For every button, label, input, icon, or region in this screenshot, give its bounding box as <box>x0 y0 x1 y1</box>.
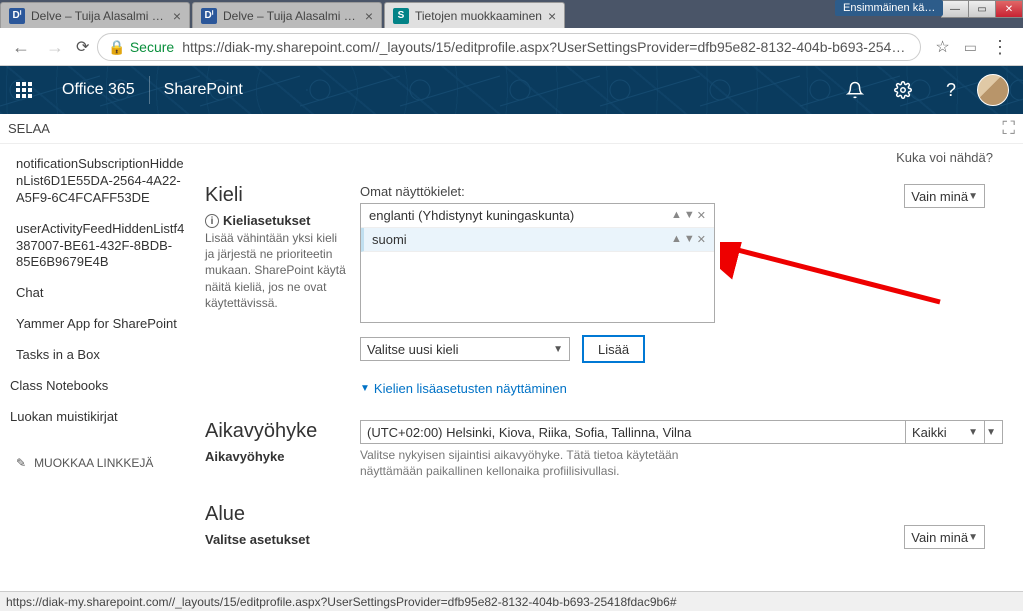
edit-links-button[interactable]: ✎ MUOKKAA LINKKEJÄ <box>16 456 189 470</box>
main-content: Kuka voi nähdä? Kieli i Kieliasetukset L… <box>205 144 1023 591</box>
chevron-down-icon: ▼ <box>986 427 996 438</box>
tab-label: Tietojen muokkaaminen <box>415 9 542 23</box>
bookmark-icon[interactable]: ☆ <box>935 37 949 57</box>
visibility-value: Kaikki <box>912 425 947 440</box>
timezone-value: (UTC+02:00) Helsinki, Kiova, Riika, Sofi… <box>367 425 691 440</box>
add-language-button[interactable]: Lisää <box>582 335 645 363</box>
delve-icon: Dⁱ <box>201 8 217 24</box>
address-bar: ← → ⟳ 🔒 Secure https://diak-my.sharepoin… <box>0 28 1023 66</box>
app-title[interactable]: SharePoint <box>150 81 257 99</box>
status-url: https://diak-my.sharepoint.com//_layouts… <box>6 595 1017 609</box>
language-settings-label: Kieliasetukset <box>223 213 310 228</box>
section-title-timezone: Aikavyöhyke <box>205 420 348 443</box>
avatar[interactable] <box>977 74 1009 106</box>
focus-mode-icon[interactable]: ⛶ <box>1002 118 1015 139</box>
close-icon[interactable]: × <box>548 8 556 24</box>
visibility-value: Vain minä <box>911 530 968 545</box>
tab-label: Delve – Tuija Alasalmi – e… <box>31 9 167 23</box>
visibility-dropdown-language[interactable]: Vain minä ▼ <box>904 184 985 208</box>
secure-label: Secure <box>130 39 174 55</box>
sidebar-item[interactable]: Chat <box>16 285 189 302</box>
region-settings-label: Valitse asetukset <box>205 532 348 547</box>
chevron-down-icon: ▼ <box>553 344 563 355</box>
visibility-dropdown-timezone[interactable]: Kaikki ▼ <box>905 420 985 444</box>
language-name: englanti (Yhdistynyt kuningaskunta) <box>369 208 671 223</box>
section-title-region: Alue <box>205 503 348 526</box>
browser-status-bar: https://diak-my.sharepoint.com//_layouts… <box>0 591 1023 611</box>
window-close-button[interactable]: ✕ <box>995 0 1023 18</box>
chevron-down-icon: ▼ <box>968 191 978 202</box>
visibility-value: Vain minä <box>911 189 968 204</box>
move-down-icon[interactable]: ▼ <box>684 233 695 246</box>
browser-tab[interactable]: Dⁱ Delve – Tuija Alasalmi – e… × <box>0 2 190 28</box>
tab-label: Delve – Tuija Alasalmi – e… <box>223 9 359 23</box>
edit-links-label: MUOKKAA LINKKEJÄ <box>34 456 153 470</box>
language-name: suomi <box>372 232 671 247</box>
chevron-down-icon: ▼ <box>360 383 370 394</box>
sharepoint-icon: S <box>393 8 409 24</box>
sidebar-item[interactable]: Class Notebooks <box>10 378 189 395</box>
language-row[interactable]: englanti (Yhdistynyt kuningaskunta) ▲ ▼ … <box>361 204 714 228</box>
url-text: https://diak-my.sharepoint.com//_layouts… <box>182 39 910 55</box>
sidebar-item[interactable]: notificationSubscriptionHiddenList6D1E55… <box>16 156 189 207</box>
browser-tab-active[interactable]: S Tietojen muokkaaminen × <box>384 2 565 28</box>
settings-icon[interactable] <box>881 66 925 114</box>
section-title-language: Kieli <box>205 184 348 207</box>
back-icon[interactable]: ← <box>8 37 34 58</box>
tab-bar: Dⁱ Delve – Tuija Alasalmi – e… × Dⁱ Delv… <box>0 0 1023 28</box>
lock-icon: 🔒 <box>108 39 125 56</box>
window-buttons: — ▭ ✕ <box>942 0 1023 18</box>
minimize-button[interactable]: — <box>941 0 969 18</box>
advanced-link-label: Kielien lisäasetusten näyttäminen <box>374 381 567 396</box>
toolbar-indicator: Ensimmäinen kä… <box>835 0 943 16</box>
move-up-icon[interactable]: ▲ <box>671 209 682 222</box>
help-icon[interactable]: ? <box>929 66 973 114</box>
forward-icon[interactable]: → <box>42 37 68 58</box>
ribbon-tab-browse[interactable]: SELAA <box>8 121 50 136</box>
language-row[interactable]: suomi ▲ ▼ ✕ <box>361 228 714 252</box>
select-placeholder: Valitse uusi kieli <box>367 342 459 357</box>
o365-suite-bar: Office 365 SharePoint ? <box>0 66 1023 114</box>
move-up-icon[interactable]: ▲ <box>671 233 682 246</box>
close-icon[interactable]: × <box>173 8 181 24</box>
user-icon[interactable]: ▭ <box>964 39 977 56</box>
sidebar-item[interactable]: Yammer App for SharePoint <box>16 316 189 333</box>
language-settings-desc: Lisää vähintään yksi kieli ja järjestä n… <box>205 230 348 311</box>
sp-ribbon: SELAA ⛶ <box>0 114 1023 144</box>
url-field[interactable]: 🔒 Secure https://diak-my.sharepoint.com/… <box>97 33 921 61</box>
browser-chrome: Dⁱ Delve – Tuija Alasalmi – e… × Dⁱ Delv… <box>0 0 1023 66</box>
quick-launch-sidebar: notificationSubscriptionHiddenList6D1E55… <box>0 144 205 591</box>
app-launcher-icon[interactable] <box>0 66 48 114</box>
menu-icon[interactable]: ⋮ <box>985 37 1015 58</box>
pencil-icon: ✎ <box>16 456 26 470</box>
browser-tab[interactable]: Dⁱ Delve – Tuija Alasalmi – e… × <box>192 2 382 28</box>
remove-icon[interactable]: ✕ <box>697 209 706 222</box>
timezone-label: Aikavyöhyke <box>205 449 348 464</box>
remove-icon[interactable]: ✕ <box>697 233 706 246</box>
o365-brand[interactable]: Office 365 <box>48 81 149 99</box>
delve-icon: Dⁱ <box>9 8 25 24</box>
sidebar-item[interactable]: userActivityFeedHiddenListf4387007-BE61-… <box>16 221 189 272</box>
new-language-select[interactable]: Valitse uusi kieli ▼ <box>360 337 570 361</box>
chevron-down-icon: ▼ <box>968 427 978 438</box>
info-icon: i <box>205 214 219 228</box>
language-list: englanti (Yhdistynyt kuningaskunta) ▲ ▼ … <box>360 203 715 323</box>
sidebar-item[interactable]: Luokan muistikirjat <box>10 409 189 426</box>
notifications-icon[interactable] <box>833 66 877 114</box>
maximize-button[interactable]: ▭ <box>968 0 996 18</box>
secure-indicator: 🔒 Secure <box>108 39 174 56</box>
who-can-see-header: Kuka voi nähdä? <box>896 150 993 165</box>
reload-icon[interactable]: ⟳ <box>76 37 89 57</box>
timezone-help: Valitse nykyisen sijaintisi aikavyöhyke.… <box>360 448 730 479</box>
close-icon[interactable]: × <box>365 8 373 24</box>
move-down-icon[interactable]: ▼ <box>684 209 695 222</box>
chevron-down-icon: ▼ <box>968 532 978 543</box>
show-advanced-language-link[interactable]: ▼ Kielien lisäasetusten näyttäminen <box>360 381 1003 396</box>
sidebar-item[interactable]: Tasks in a Box <box>16 347 189 364</box>
visibility-dropdown-region[interactable]: Vain minä ▼ <box>904 525 985 549</box>
